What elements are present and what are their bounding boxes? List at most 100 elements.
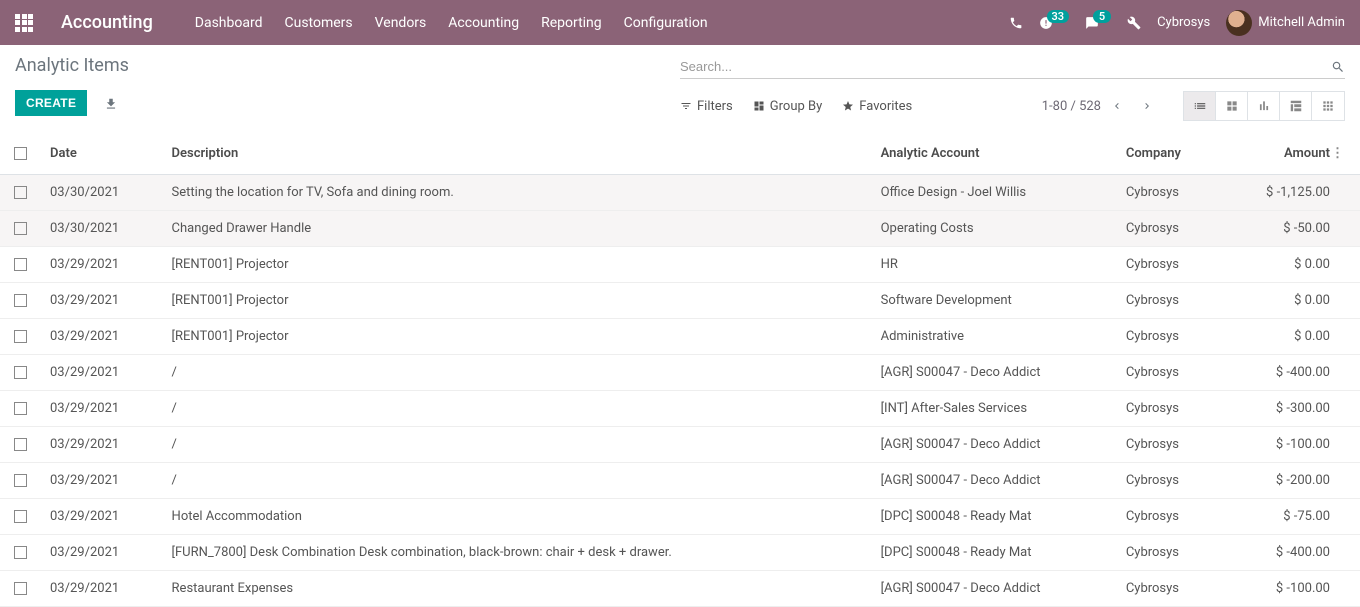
nav-menu: Dashboard Customers Vendors Accounting R… (195, 15, 708, 31)
col-amount[interactable]: Amount⋮ (1218, 133, 1360, 175)
user-menu[interactable]: Mitchell Admin (1226, 10, 1345, 36)
cell-amount: $ -100.00 (1218, 427, 1360, 463)
table-row[interactable]: 03/29/2021Restaurant Expenses[AGR] S0004… (0, 571, 1360, 607)
row-checkbox[interactable] (14, 366, 27, 379)
page-title: Analytic Items (15, 55, 680, 76)
menu-configuration[interactable]: Configuration (624, 15, 708, 31)
row-checkbox-cell (0, 247, 40, 283)
cell-amount: $ -50.00 (1218, 211, 1360, 247)
cell-amount: $ -75.00 (1218, 499, 1360, 535)
search-icon[interactable] (1331, 60, 1345, 74)
cell-analytic: [INT] After-Sales Services (871, 391, 1116, 427)
groupby-menu[interactable]: Group By (753, 99, 823, 114)
row-checkbox-cell (0, 535, 40, 571)
cell-analytic: [AGR] S00047 - Deco Addict (871, 427, 1116, 463)
pager-next-icon[interactable] (1141, 100, 1153, 112)
view-grid-icon[interactable] (1312, 92, 1344, 120)
view-pivot-icon[interactable] (1280, 92, 1312, 120)
view-graph-icon[interactable] (1248, 92, 1280, 120)
groupby-label: Group By (770, 99, 823, 114)
row-checkbox-cell (0, 463, 40, 499)
cell-description: / (162, 463, 871, 499)
row-checkbox[interactable] (14, 258, 27, 271)
activity-icon[interactable]: 33 (1039, 16, 1070, 30)
pager-text[interactable]: 1-80 / 528 (1042, 99, 1101, 114)
menu-accounting[interactable]: Accounting (448, 15, 519, 31)
app-brand[interactable]: Accounting (61, 12, 153, 33)
cell-amount: $ -1,125.00 (1218, 175, 1360, 211)
cell-analytic: [DPC] S00048 - Ready Mat (871, 535, 1116, 571)
cell-company: Cybrosys (1116, 535, 1218, 571)
row-checkbox[interactable] (14, 438, 27, 451)
table-row[interactable]: 03/29/2021/[INT] After-Sales ServicesCyb… (0, 391, 1360, 427)
cell-description: / (162, 355, 871, 391)
cell-description: Hotel Accommodation (162, 499, 871, 535)
row-checkbox[interactable] (14, 510, 27, 523)
cell-date: 03/29/2021 (40, 319, 162, 355)
row-checkbox[interactable] (14, 330, 27, 343)
cell-description: [FURN_7800] Desk Combination Desk combin… (162, 535, 871, 571)
cell-analytic: [AGR] S00047 - Deco Addict (871, 571, 1116, 607)
table-row[interactable]: 03/30/2021Setting the location for TV, S… (0, 175, 1360, 211)
filters-menu[interactable]: Filters (680, 99, 733, 114)
download-icon[interactable] (104, 97, 118, 111)
menu-customers[interactable]: Customers (285, 15, 353, 31)
table-row[interactable]: 03/29/2021/[AGR] S00047 - Deco AddictCyb… (0, 355, 1360, 391)
menu-dashboard[interactable]: Dashboard (195, 15, 263, 31)
view-kanban-icon[interactable] (1216, 92, 1248, 120)
pager-prev-icon[interactable] (1111, 100, 1123, 112)
filters-label: Filters (697, 99, 733, 114)
table-row[interactable]: 03/29/2021Hotel Accommodation[DPC] S0004… (0, 499, 1360, 535)
cell-description: Changed Drawer Handle (162, 211, 871, 247)
table-row[interactable]: 03/29/2021/[AGR] S00047 - Deco AddictCyb… (0, 463, 1360, 499)
row-checkbox[interactable] (14, 546, 27, 559)
row-checkbox-cell (0, 211, 40, 247)
table-row[interactable]: 03/29/2021[RENT001] ProjectorHRCybrosys$… (0, 247, 1360, 283)
phone-icon[interactable] (1009, 16, 1023, 30)
row-checkbox[interactable] (14, 402, 27, 415)
row-checkbox-cell (0, 319, 40, 355)
row-checkbox[interactable] (14, 222, 27, 235)
discuss-icon[interactable]: 5 (1085, 16, 1111, 30)
cell-company: Cybrosys (1116, 427, 1218, 463)
avatar-icon (1226, 10, 1252, 36)
kebab-icon[interactable]: ⋮ (1331, 146, 1344, 161)
col-date[interactable]: Date (40, 133, 162, 175)
cell-company: Cybrosys (1116, 463, 1218, 499)
view-list-icon[interactable] (1184, 92, 1216, 120)
favorites-menu[interactable]: Favorites (842, 99, 912, 114)
control-row2: Filters Group By Favorites 1-80 / 528 (680, 91, 1345, 121)
cell-date: 03/29/2021 (40, 391, 162, 427)
cell-amount: $ -200.00 (1218, 463, 1360, 499)
table-row[interactable]: 03/30/2021Changed Drawer HandleOperating… (0, 211, 1360, 247)
row-checkbox-cell (0, 391, 40, 427)
select-all-checkbox[interactable] (14, 147, 27, 160)
row-checkbox[interactable] (14, 294, 27, 307)
create-button[interactable]: CREATE (15, 90, 87, 116)
cell-description: [RENT001] Projector (162, 283, 871, 319)
row-checkbox[interactable] (14, 582, 27, 595)
row-checkbox[interactable] (14, 474, 27, 487)
wrench-icon[interactable] (1127, 16, 1141, 30)
favorites-label: Favorites (859, 99, 912, 114)
cell-date: 03/30/2021 (40, 211, 162, 247)
apps-icon[interactable] (15, 14, 33, 32)
cell-description: Setting the location for TV, Sofa and di… (162, 175, 871, 211)
col-analytic[interactable]: Analytic Account (871, 133, 1116, 175)
table-row[interactable]: 03/29/2021[RENT001] ProjectorSoftware De… (0, 283, 1360, 319)
table-row[interactable]: 03/29/2021[RENT001] ProjectorAdministrat… (0, 319, 1360, 355)
menu-reporting[interactable]: Reporting (541, 15, 602, 31)
col-company[interactable]: Company (1116, 133, 1218, 175)
nav-right: 33 5 Cybrosys Mitchell Admin (1009, 10, 1346, 36)
col-description[interactable]: Description (162, 133, 871, 175)
cell-description: [RENT001] Projector (162, 247, 871, 283)
search-input[interactable] (680, 59, 1331, 74)
row-checkbox[interactable] (14, 186, 27, 199)
control-panel: Analytic Items CREATE Filters Group By F… (0, 45, 1360, 121)
company-switcher[interactable]: Cybrosys (1157, 15, 1210, 30)
menu-vendors[interactable]: Vendors (375, 15, 427, 31)
table-row[interactable]: 03/29/2021/[AGR] S00047 - Deco AddictCyb… (0, 427, 1360, 463)
cell-date: 03/29/2021 (40, 463, 162, 499)
table-row[interactable]: 03/29/2021[FURN_7800] Desk Combination D… (0, 535, 1360, 571)
cell-amount: $ -400.00 (1218, 535, 1360, 571)
